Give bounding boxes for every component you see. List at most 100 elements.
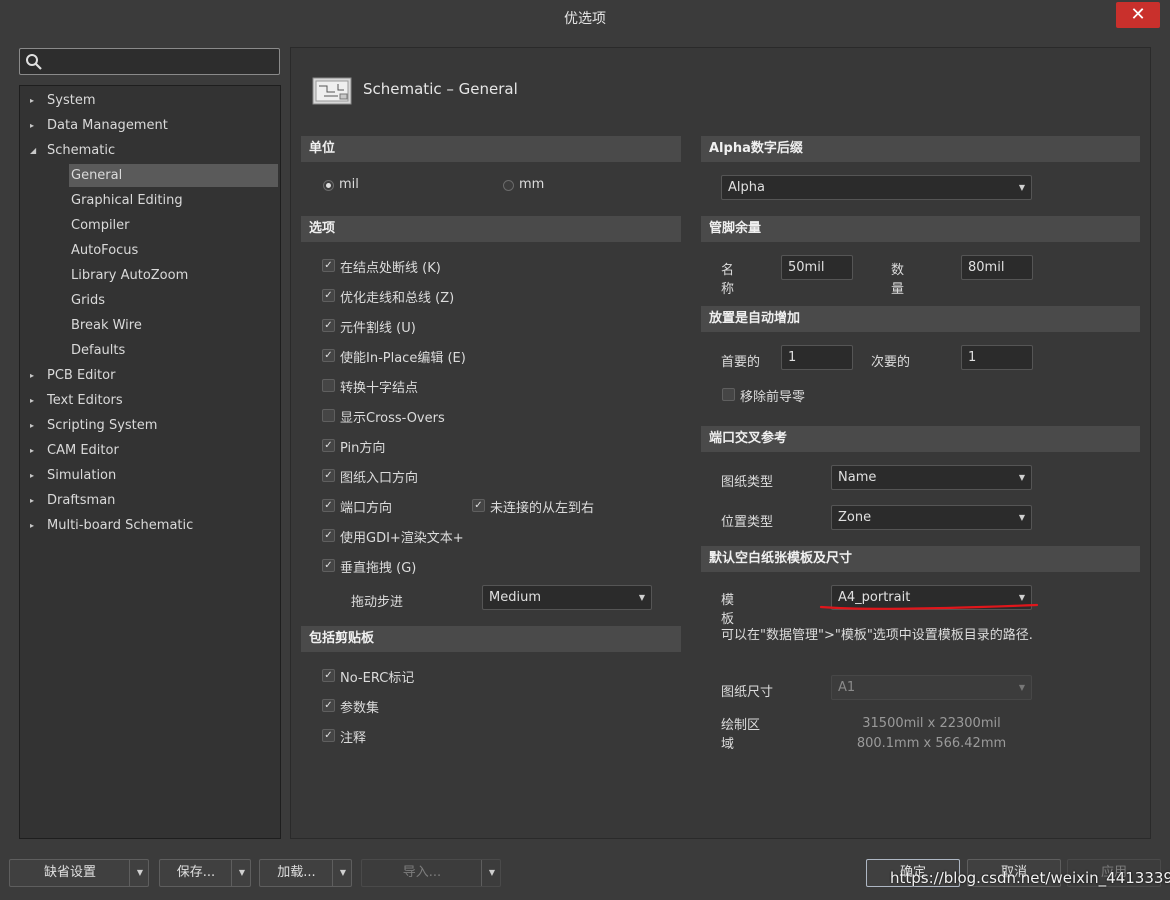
check-icon: ✓ [324,530,333,541]
chevron-down-icon: ▼ [1018,183,1026,192]
expand-arrow-icon: ▸ [30,396,35,405]
use-gdi-rendering-checkbox[interactable]: ✓ [322,529,335,542]
chevron-down-icon[interactable]: ▼ [332,860,353,886]
pin-margin-number-input[interactable]: 80mil [961,255,1033,280]
convert-cross-junctions-checkbox[interactable] [322,379,335,392]
check-icon: ✓ [324,350,333,361]
tree-item-draftsman[interactable]: ▸ Draftsman [20,489,278,512]
no-erc-markers-checkbox[interactable]: ✓ [322,669,335,682]
tree-item-data-management[interactable]: ▸ Data Management [20,114,278,137]
unit-mil-label: mil [339,177,359,192]
parameter-sets-checkbox[interactable]: ✓ [322,699,335,712]
clipboard-header: 包括剪贴板 [301,626,681,652]
unit-mm-radio[interactable] [503,180,514,191]
tree-item-grids[interactable]: Grids [20,289,278,312]
check-icon: ✓ [324,290,333,301]
tree-item-system[interactable]: ▸ System [20,89,278,112]
display-cross-overs-label: 显示Cross-Overs [340,411,445,426]
expand-arrow-icon: ▸ [30,371,35,380]
sheet-size-select[interactable]: A1 ▼ [831,675,1032,700]
defaults-button[interactable]: 缺省设置 ▼ [9,859,149,887]
drawing-area-mil: 31500mil x 22300mil [862,716,1001,731]
unconnected-left-to-right-checkbox[interactable]: ✓ [472,499,485,512]
enable-in-place-editing-label: 使能In-Place编辑 (E) [340,351,466,366]
search-icon [26,54,42,70]
location-type-select[interactable]: Zone ▼ [831,505,1032,530]
tree-item-compiler[interactable]: Compiler [20,214,278,237]
pin-margin-header: 管脚余量 [701,216,1140,242]
tree-item-break-wire[interactable]: Break Wire [20,314,278,337]
no-erc-markers-label: No-ERC标记 [340,671,415,686]
tree-item-autofocus[interactable]: AutoFocus [20,239,278,262]
drag-orthogonal-checkbox[interactable]: ✓ [322,559,335,572]
close-icon: ✕ [1130,4,1146,25]
load-button[interactable]: 加载... ▼ [259,859,352,887]
check-icon: ✓ [324,670,333,681]
pin-margin-name-input[interactable]: 50mil [781,255,853,280]
port-direction-checkbox[interactable]: ✓ [322,499,335,512]
chevron-down-icon[interactable]: ▼ [129,860,150,886]
secondary-increment-input[interactable]: 1 [961,345,1033,370]
import-button[interactable]: 导入... ▼ [361,859,501,887]
tree-item-general[interactable]: General [69,164,278,187]
break-wires-label: 在结点处断线 (K) [340,261,441,276]
notes-label: 注释 [340,731,367,746]
chevron-down-icon: ▼ [1018,513,1026,522]
page-title: Schematic – General [363,80,518,98]
remove-leading-zeroes-label: 移除前导零 [740,390,806,405]
unit-mil-radio[interactable] [323,180,334,191]
drag-step-label: 拖动步进 [351,595,404,610]
secondary-label: 次要的 [871,355,911,370]
tree-item-defaults[interactable]: Defaults [20,339,278,362]
chevron-down-icon: ▼ [1018,473,1026,482]
category-tree: ▸ System ▸ Data Management ◢ Schematic Gene… [19,85,281,839]
optimize-wires-label: 优化走线和总线 (Z) [340,291,455,306]
tree-item-library-autozoom[interactable]: Library AutoZoom [20,264,278,287]
break-wires-at-junctions-checkbox[interactable]: ✓ [322,259,335,272]
search-input[interactable] [19,48,280,75]
tree-item-multi-board-schematic[interactable]: ▸ Multi-board Schematic [20,514,278,537]
remove-leading-zeroes-checkbox[interactable] [722,388,735,401]
template-label: 模板 [721,593,735,627]
pin-direction-checkbox[interactable]: ✓ [322,439,335,452]
sheet-entry-direction-checkbox[interactable]: ✓ [322,469,335,482]
check-icon: ✓ [324,260,333,271]
chevron-down-icon[interactable]: ▼ [481,860,502,886]
tree-item-text-editors[interactable]: ▸ Text Editors [20,389,278,412]
drag-step-select[interactable]: Medium ▼ [482,585,652,610]
check-icon: ✓ [324,500,333,511]
unit-mm-label: mm [519,177,545,192]
chevron-down-icon[interactable]: ▼ [231,860,252,886]
tree-item-pcb-editor[interactable]: ▸ PCB Editor [20,364,278,387]
watermark-text: https://blog.csdn.net/weixin_44133391 [890,869,1170,887]
check-icon: ✓ [324,320,333,331]
expand-arrow-icon: ▸ [30,471,35,480]
tree-item-schematic[interactable]: ◢ Schematic [20,139,278,162]
alpha-suffix-select[interactable]: Alpha ▼ [721,175,1032,200]
tree-item-scripting-system[interactable]: ▸ Scripting System [20,414,278,437]
display-cross-overs-checkbox[interactable] [322,409,335,422]
expand-arrow-icon: ▸ [30,96,35,105]
notes-checkbox[interactable]: ✓ [322,729,335,742]
save-button[interactable]: 保存... ▼ [159,859,251,887]
sheet-type-select[interactable]: Name ▼ [831,465,1032,490]
check-icon: ✓ [324,470,333,481]
close-button[interactable]: ✕ [1116,2,1160,28]
parameter-sets-label: 参数集 [340,701,380,716]
use-gdi-rendering-label: 使用GDI+渲染文本+ [340,531,464,546]
enable-in-place-editing-checkbox[interactable]: ✓ [322,349,335,362]
red-underline-annotation [819,603,1039,610]
default-template-header: 默认空白纸张模板及尺寸 [701,546,1140,572]
pin-margin-name-label: 名称 [721,263,735,297]
component-cut-wires-checkbox[interactable]: ✓ [322,319,335,332]
tree-item-graphical-editing[interactable]: Graphical Editing [20,189,278,212]
optimize-wires-buses-checkbox[interactable]: ✓ [322,289,335,302]
expand-arrow-icon: ▸ [30,421,35,430]
tree-item-simulation[interactable]: ▸ Simulation [20,464,278,487]
expand-arrow-icon: ▸ [30,521,35,530]
pin-margin-number-label: 数量 [891,263,905,297]
primary-increment-input[interactable]: 1 [781,345,853,370]
window-title: 优选项 [564,11,606,27]
tree-item-cam-editor[interactable]: ▸ CAM Editor [20,439,278,462]
auto-increment-header: 放置是自动增加 [701,306,1140,332]
